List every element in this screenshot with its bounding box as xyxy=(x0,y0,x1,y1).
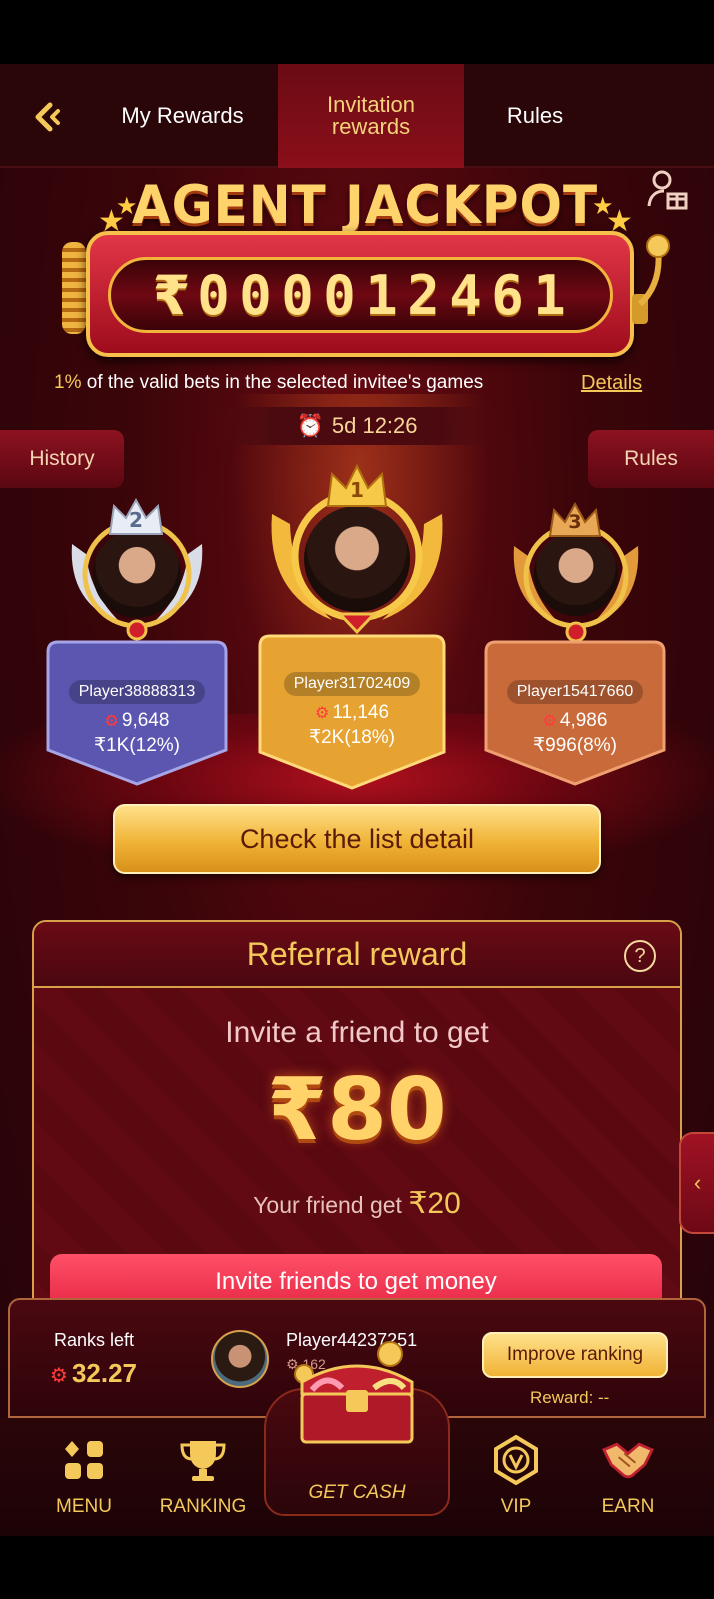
vip-badge-icon xyxy=(490,1434,542,1486)
slot-lever-icon xyxy=(632,234,670,324)
plaque-info: Player31702409 ⚙ 11,146 ₹2K(18%) xyxy=(260,672,444,749)
avatar-image xyxy=(534,532,618,616)
score-value: 11,146 xyxy=(332,702,390,723)
rank-number: 3 xyxy=(568,511,582,533)
chip-icon: ⚙ xyxy=(542,713,557,730)
jackpot-title: AGENT JACKPOT xyxy=(131,174,599,236)
countdown-timer: ⏰ 5d 12:26 xyxy=(216,407,498,445)
referral-card: Referral reward ? Invite a friend to get… xyxy=(32,920,682,1360)
avatar xyxy=(302,504,412,614)
side-drawer-toggle[interactable]: ‹ xyxy=(679,1132,714,1234)
countdown-value: 5d 12:26 xyxy=(331,413,418,438)
person-gift-icon xyxy=(647,170,688,210)
chip-icon: ⚙ xyxy=(104,713,119,730)
tab-invitation-rewards[interactable]: Invitation rewards xyxy=(278,64,464,168)
jackpot-digit: 0 xyxy=(239,263,272,327)
avatar-image xyxy=(93,530,181,618)
ranks-left-value: ⚙ 32.27 xyxy=(50,1358,137,1389)
plaque-info: Player38888313 ⚙ 9,648 ₹1K(12%) xyxy=(48,680,226,757)
jackpot-description: 1% of the valid bets in the selected inv… xyxy=(54,372,483,394)
check-list-detail-button[interactable]: Check the list detail xyxy=(113,804,601,874)
player-name: Player31702409 xyxy=(283,672,421,696)
friend-get-label: Your friend get xyxy=(253,1192,409,1218)
trophy-icon xyxy=(177,1434,229,1486)
jackpot-digit: 1 xyxy=(365,263,398,327)
improve-ranking-button[interactable]: Improve ranking xyxy=(482,1332,668,1378)
player-score: ⚙ 9,648 xyxy=(48,710,226,732)
jackpot-digit: 0 xyxy=(197,263,230,327)
player-reward: ₹996(8%) xyxy=(533,735,617,756)
jackpot-counter-frame: ₹ 0 0 0 0 1 2 4 6 1 xyxy=(86,231,634,357)
page: My Rewards Invitation rewards Rules ★ ★ … xyxy=(0,0,714,1599)
nav-vip-label: VIP xyxy=(500,1496,532,1517)
player-name: Player38888313 xyxy=(68,680,206,704)
handshake-icon xyxy=(602,1434,654,1486)
crown-icon: 1 xyxy=(324,462,390,512)
reward-label: Reward: -- xyxy=(530,1388,610,1407)
jackpot-digit: 0 xyxy=(323,263,356,327)
bets-description: of the valid bets in the selected invite… xyxy=(81,372,484,393)
grid-menu-icon xyxy=(58,1434,110,1486)
jackpot-counter: ₹ 0 0 0 0 1 2 4 6 1 xyxy=(108,257,613,333)
alarm-clock-icon: ⏰ xyxy=(296,413,324,438)
chip-icon: ⚙ xyxy=(50,1365,68,1387)
rank-number: 1 xyxy=(350,478,364,502)
nav-ranking-label: RANKING xyxy=(159,1496,247,1517)
jackpot-digit: 1 xyxy=(533,263,566,327)
referral-amount: ₹80 xyxy=(267,1060,447,1160)
bets-percent: 1% xyxy=(54,372,82,393)
jackpot-digit: 4 xyxy=(449,263,482,327)
jackpot-digit: 0 xyxy=(281,263,314,327)
avatar xyxy=(91,528,183,620)
ranks-left-number: 32.27 xyxy=(71,1358,138,1388)
player-score: ⚙ 11,146 xyxy=(260,702,444,724)
treasure-chest-icon[interactable] xyxy=(282,1332,432,1452)
details-link[interactable]: Details xyxy=(581,372,642,395)
player-name: Player15417660 xyxy=(506,680,644,704)
referral-title: Referral reward xyxy=(34,922,680,988)
nav-vip[interactable]: VIP xyxy=(466,1418,566,1536)
invite-friend-text: Invite a friend to get xyxy=(225,1016,489,1049)
chip-icon: ⚙ xyxy=(314,705,330,722)
friend-get-amount: ₹20 xyxy=(408,1187,461,1220)
nav-menu[interactable]: MENU xyxy=(34,1418,134,1536)
history-button[interactable]: History xyxy=(0,430,124,488)
app-screen: My Rewards Invitation rewards Rules ★ ★ … xyxy=(0,64,714,1536)
player-score: ⚙ 4,986 xyxy=(486,710,664,732)
chevron-left-icon: ‹ xyxy=(693,1170,702,1195)
plaque-info: Player15417660 ⚙ 4,986 ₹996(8%) xyxy=(486,680,664,757)
avatar xyxy=(532,530,620,618)
nav-earn-label: EARN xyxy=(601,1496,655,1517)
share-invite-icon[interactable] xyxy=(644,166,692,214)
nav-earn[interactable]: EARN xyxy=(578,1418,678,1536)
jackpot-spring-decoration xyxy=(62,242,86,334)
back-arrow-icon xyxy=(35,102,60,132)
jackpot-digit: 6 xyxy=(491,263,524,327)
crown-icon: 3 xyxy=(546,498,604,542)
ranks-left-label: Ranks left xyxy=(54,1330,135,1350)
avatar-image xyxy=(304,506,410,612)
jackpot-currency: ₹ xyxy=(152,263,191,327)
jackpot-digit: 2 xyxy=(407,263,440,327)
tab-rules[interactable]: Rules xyxy=(475,64,595,168)
score-value: 9,648 xyxy=(121,710,170,731)
nav-ranking[interactable]: RANKING xyxy=(148,1418,258,1536)
player-reward: ₹1K(12%) xyxy=(93,735,180,756)
header: My Rewards Invitation rewards Rules xyxy=(0,64,714,168)
friend-get-text: Your friend get ₹20 xyxy=(34,1186,680,1221)
help-icon[interactable]: ? xyxy=(624,940,656,972)
back-button[interactable] xyxy=(24,94,70,140)
my-avatar xyxy=(211,1330,269,1388)
player-reward: ₹2K(18%) xyxy=(308,727,395,748)
rules-button[interactable]: Rules xyxy=(588,430,714,488)
nav-menu-label: MENU xyxy=(56,1496,112,1517)
tab-my-rewards[interactable]: My Rewards xyxy=(100,64,265,168)
crown-icon: 2 xyxy=(106,494,166,540)
score-value: 4,986 xyxy=(559,710,608,731)
rank-number: 2 xyxy=(129,508,143,532)
nav-get-cash-label[interactable]: GET CASH xyxy=(264,1482,450,1504)
